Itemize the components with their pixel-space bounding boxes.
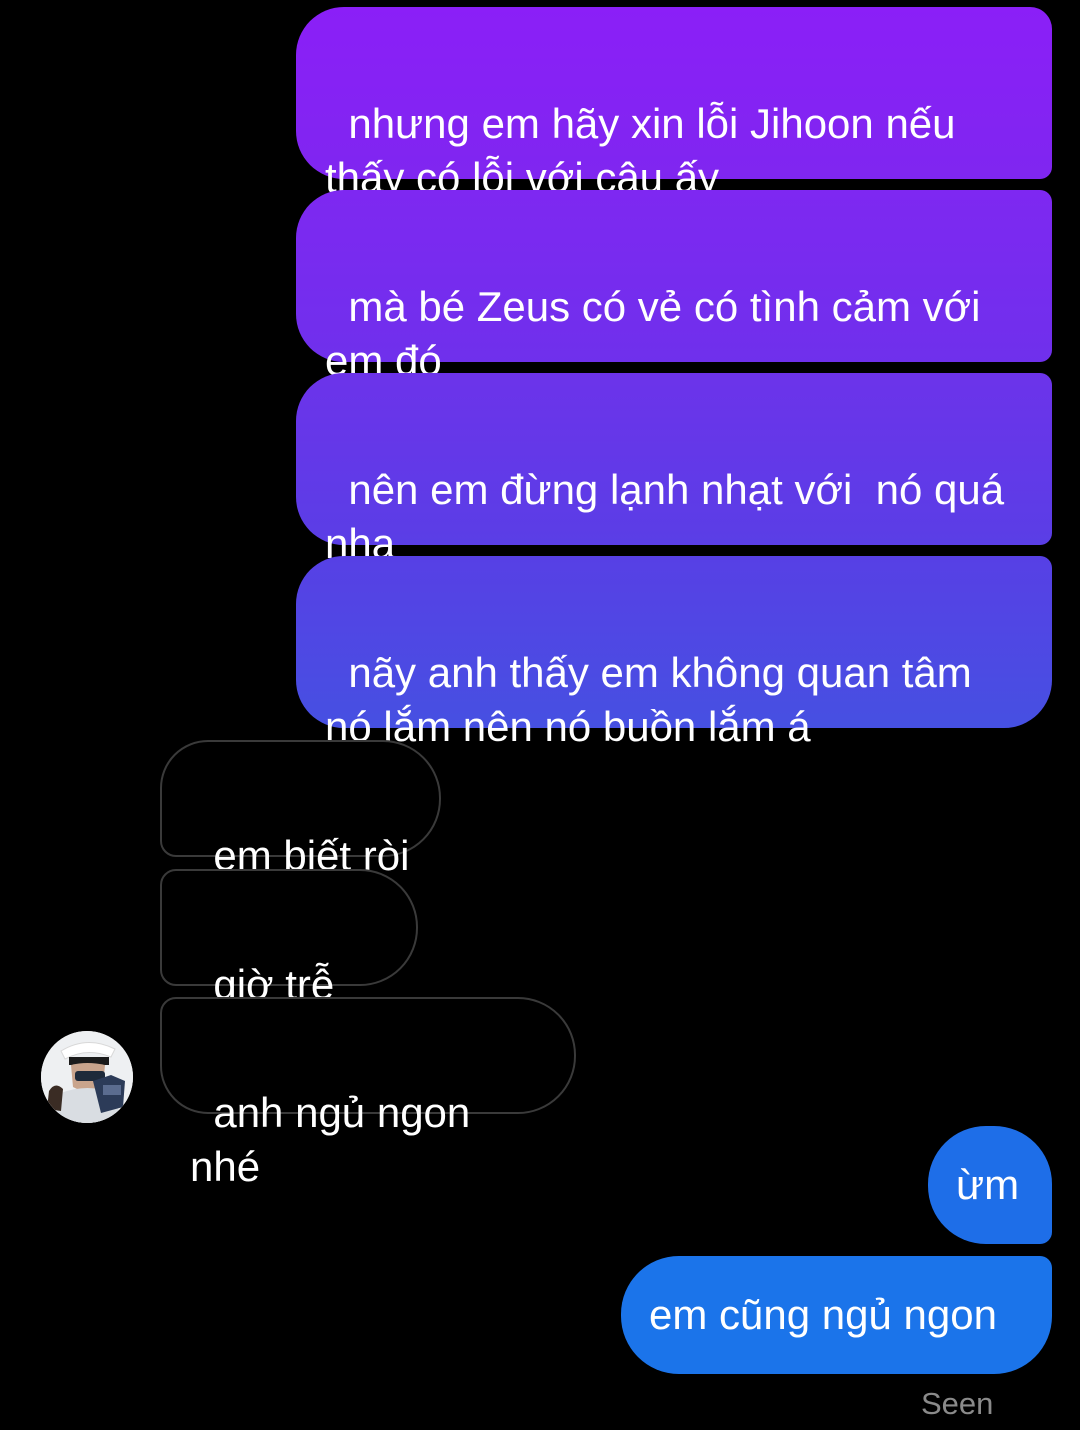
message-text: mà bé Zeus có vẻ có tình cảm với em đó <box>325 283 993 384</box>
received-message[interactable]: em biết ròi <box>160 740 441 879</box>
message-text: nên em đừng lạnh nhạt với nó quá nha <box>325 466 1016 567</box>
avatar-photo-icon <box>41 1031 133 1123</box>
sent-message[interactable]: em cũng ngủ ngon <box>621 1256 1052 1374</box>
sent-message[interactable]: mà bé Zeus có vẻ có tình cảm với em đó <box>296 190 1052 384</box>
sent-message[interactable]: nãy anh thấy em không quan tâm nó lắm nê… <box>296 556 1052 750</box>
message-text: anh ngủ ngon nhé <box>190 1089 482 1190</box>
message-text: nãy anh thấy em không quan tâm nó lắm nê… <box>325 649 984 750</box>
sent-message[interactable]: nên em đừng lạnh nhạt với nó quá nha <box>296 373 1052 567</box>
message-text: em cũng ngủ ngon <box>649 1291 997 1338</box>
received-message[interactable]: giờ trễ rồi <box>160 869 418 1062</box>
message-text: nhưng em hãy xin lỗi Jihoon nếu thấy có … <box>325 100 968 201</box>
contact-avatar-icon[interactable] <box>41 1031 133 1123</box>
chat-screen: { "messages": [ {"sender": "me", "text":… <box>0 0 1080 1430</box>
received-message[interactable]: anh ngủ ngon nhé <box>160 997 576 1190</box>
sent-message[interactable]: nhưng em hãy xin lỗi Jihoon nếu thấy có … <box>296 7 1052 201</box>
seen-status: Seen <box>921 1386 994 1421</box>
message-text: ừm <box>956 1161 1020 1208</box>
sent-message[interactable]: ừm <box>928 1126 1052 1244</box>
